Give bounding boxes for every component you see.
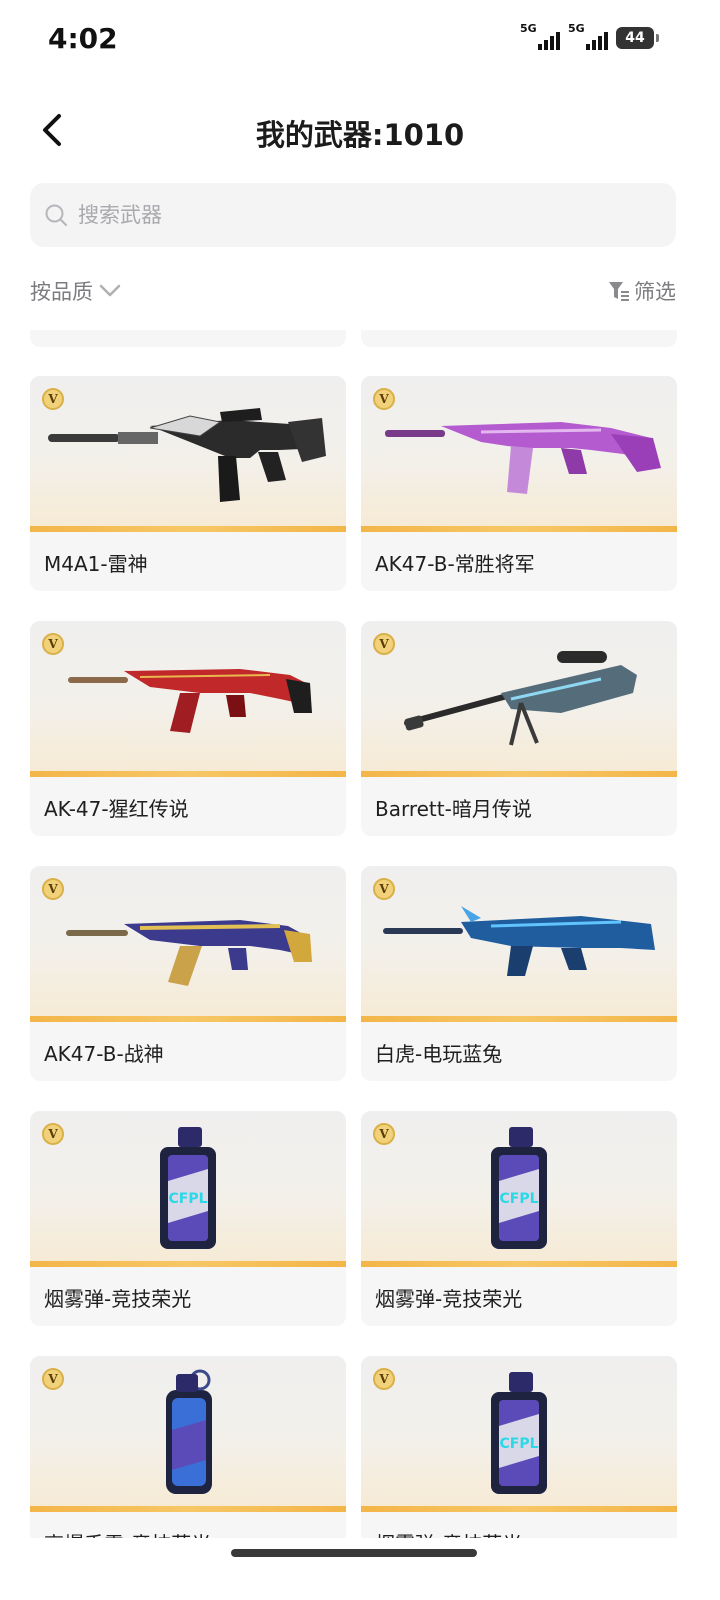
rarity-badge-icon: V <box>42 1368 64 1390</box>
status-bar: 4:02 5G 5G 44 <box>0 0 720 80</box>
weapon-name: 白虎-电玩蓝兔 <box>375 1042 503 1066</box>
weapon-name: Barrett-暗月传说 <box>375 797 532 821</box>
battery-icon: 44 <box>616 27 659 49</box>
sort-label: 按品质 <box>30 280 93 304</box>
network-type-label: 5G <box>568 22 585 35</box>
weapon-name: 烟雾弹-竞技荣光 <box>375 1528 522 1538</box>
sort-filter-row: 按品质 筛选 <box>30 276 676 310</box>
weapon-card[interactable]: V 高爆手雷-竞技荣光 <box>30 1356 346 1538</box>
m4a1-rifle-icon <box>48 408 326 502</box>
weapon-card[interactable]: V 白虎-电玩蓝兔 <box>361 866 677 1081</box>
home-indicator[interactable] <box>231 1549 477 1557</box>
rarity-badge-icon: V <box>42 633 64 655</box>
sniper-rifle-icon <box>404 651 637 746</box>
weapon-name: 烟雾弹-竞技荣光 <box>44 1287 192 1311</box>
rarity-badge-icon: V <box>373 633 395 655</box>
weapon-grid: V M4A1-雷神 V AK47-B-常胜将军 V AK-47-猩红传说 V B… <box>0 330 720 1538</box>
search-input[interactable] <box>76 202 640 228</box>
svg-text:CFPL: CFPL <box>499 1191 538 1207</box>
status-icons: 5G 5G 44 <box>520 22 659 52</box>
weapon-name: 烟雾弹-竞技荣光 <box>375 1287 523 1311</box>
rarity-badge-icon: V <box>373 1123 395 1145</box>
smoke-grenade-icon: CFPL <box>491 1372 547 1494</box>
blue-rifle-icon <box>383 906 655 976</box>
network-type-label: 5G <box>520 22 537 35</box>
weapon-image: CFPL V <box>361 1111 677 1267</box>
purple-ak47-icon <box>385 422 661 494</box>
weapon-image: CFPL V <box>30 1111 346 1267</box>
weapon-name: 高爆手雷-竞技荣光 <box>44 1528 211 1538</box>
weapon-card[interactable]: CFPL V 烟雾弹-竞技荣光 <box>361 1111 677 1326</box>
weapon-card[interactable]: V M4A1-雷神 <box>30 376 346 591</box>
header: 我的武器:1010 <box>0 100 720 162</box>
weapon-image: V <box>30 621 346 777</box>
svg-text:CFPL: CFPL <box>168 1191 207 1207</box>
filter-button[interactable]: 筛选 <box>608 276 676 306</box>
weapon-image: V <box>30 866 346 1022</box>
weapon-card[interactable]: V AK-47-猩红传说 <box>30 621 346 836</box>
signal-icon: 5G <box>520 22 560 52</box>
weapon-image: V <box>361 621 677 777</box>
signal-icon: 5G <box>568 22 608 52</box>
weapon-card[interactable]: CFPL V 烟雾弹-竞技荣光 <box>30 1111 346 1326</box>
weapon-name: AK47-B-常胜将军 <box>375 552 535 576</box>
weapon-card[interactable]: CFPL V 烟雾弹-竞技荣光 <box>361 1356 677 1538</box>
weapon-name: AK47-B-战神 <box>44 1042 164 1066</box>
weapon-image: V <box>30 376 346 532</box>
search-bar[interactable] <box>30 183 676 247</box>
smoke-grenade-icon: CFPL <box>491 1127 547 1249</box>
rarity-badge-icon: V <box>42 388 64 410</box>
chevron-down-icon <box>99 284 121 297</box>
search-icon <box>45 204 67 226</box>
svg-text:CFPL: CFPL <box>499 1436 538 1452</box>
red-ak47-icon <box>68 669 312 733</box>
weapon-card[interactable]: V Barrett-暗月传说 <box>361 621 677 836</box>
status-time: 4:02 <box>48 22 118 55</box>
rarity-badge-icon: V <box>42 878 64 900</box>
rarity-badge-icon: V <box>42 1123 64 1145</box>
frag-grenade-icon <box>166 1369 212 1494</box>
weapon-card-partial[interactable] <box>361 330 677 347</box>
smoke-grenade-icon: CFPL <box>160 1127 216 1249</box>
weapon-image: CFPL V <box>361 1356 677 1512</box>
weapon-image: V <box>361 376 677 532</box>
weapon-name: AK-47-猩红传说 <box>44 797 189 821</box>
weapon-image: V <box>30 1356 346 1512</box>
filter-icon <box>609 282 629 301</box>
gold-ak47-icon <box>66 920 312 986</box>
sort-by-quality-dropdown[interactable]: 按品质 <box>30 276 121 306</box>
weapon-card[interactable]: V AK47-B-常胜将军 <box>361 376 677 591</box>
page-title: 我的武器:1010 <box>255 118 465 152</box>
rarity-badge-icon: V <box>373 1368 395 1390</box>
weapon-card-partial[interactable] <box>30 330 346 347</box>
rarity-badge-icon: V <box>373 878 395 900</box>
weapon-name: M4A1-雷神 <box>44 552 148 576</box>
filter-label: 筛选 <box>634 280 676 304</box>
weapon-image: V <box>361 866 677 1022</box>
weapon-card[interactable]: V AK47-B-战神 <box>30 866 346 1081</box>
rarity-badge-icon: V <box>373 388 395 410</box>
